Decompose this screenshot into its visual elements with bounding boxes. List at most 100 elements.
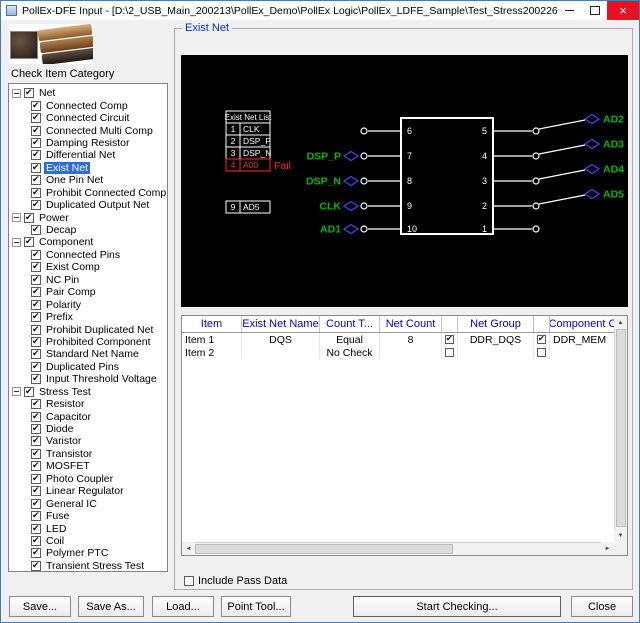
table-cell[interactable]	[242, 346, 320, 359]
tree-item-nc-pin[interactable]: NC Pin	[12, 274, 167, 286]
column-header-item[interactable]: Item	[182, 316, 242, 332]
cell-checkbox[interactable]	[442, 346, 458, 359]
table-cell[interactable]: Item 1	[182, 333, 242, 346]
column-header-net-count[interactable]: Net Count	[380, 316, 442, 332]
tree-item-led[interactable]: LED	[12, 522, 167, 534]
tree-item-one-pin-net[interactable]: One Pin Net	[12, 174, 167, 186]
save-button[interactable]: Save...	[9, 596, 71, 617]
table-cell[interactable]: 8	[380, 333, 442, 346]
checkbox[interactable]	[31, 200, 41, 210]
include-pass-data-checkbox[interactable]: Include Pass Data	[184, 575, 287, 587]
tree-item-diode[interactable]: Diode	[12, 423, 167, 435]
checkbox[interactable]	[31, 262, 41, 272]
checkbox[interactable]	[445, 335, 454, 344]
checkbox[interactable]	[24, 237, 34, 247]
tree-item-exist-comp[interactable]: Exist Comp	[12, 261, 167, 273]
table-cell[interactable]: DDR_MEM	[550, 333, 616, 346]
checkbox[interactable]	[31, 524, 41, 534]
checkbox[interactable]	[31, 362, 41, 372]
table-cell[interactable]	[458, 346, 534, 359]
collapse-icon[interactable]	[12, 89, 21, 98]
tree-item-exist-net[interactable]: Exist Net	[12, 162, 167, 174]
checkbox[interactable]	[31, 436, 41, 446]
checkbox[interactable]	[31, 424, 41, 434]
close-dialog-button[interactable]: Close	[571, 596, 633, 617]
column-header-net-group[interactable]: Net Group	[458, 316, 534, 332]
column-header-component-c[interactable]: Component C	[550, 316, 616, 332]
checkbox[interactable]	[31, 412, 41, 422]
checkbox[interactable]	[31, 561, 41, 571]
collapse-icon[interactable]	[12, 213, 21, 222]
tree-item-standard-net-name[interactable]: Standard Net Name	[12, 348, 167, 360]
tree-item-stress-test[interactable]: Stress Test	[12, 386, 167, 398]
checkbox[interactable]	[31, 101, 41, 111]
table-cell[interactable]: Item 2	[182, 346, 242, 359]
scroll-right-icon[interactable]	[601, 542, 614, 555]
tree-item-varistor[interactable]: Varistor	[12, 435, 167, 447]
checkbox[interactable]	[31, 374, 41, 384]
checkbox[interactable]	[24, 213, 34, 223]
checkbox[interactable]	[537, 348, 546, 357]
checkbox[interactable]	[31, 325, 41, 335]
column-header-count-t[interactable]: Count T...	[320, 316, 380, 332]
checkbox[interactable]	[445, 348, 454, 357]
checkbox[interactable]	[31, 250, 41, 260]
tree-item-linear-regulator[interactable]: Linear Regulator	[12, 485, 167, 497]
close-button[interactable]	[607, 1, 639, 20]
tree-item-mosfet[interactable]: MOSFET	[12, 460, 167, 472]
tree-item-net[interactable]: Net	[12, 87, 167, 99]
checkbox[interactable]	[31, 511, 41, 521]
tree-item-polymer-ptc[interactable]: Polymer PTC	[12, 547, 167, 559]
checkbox[interactable]	[31, 474, 41, 484]
checkbox[interactable]	[31, 349, 41, 359]
cell-checkbox[interactable]	[534, 346, 550, 359]
checkbox[interactable]	[31, 225, 41, 235]
checkbox[interactable]	[31, 275, 41, 285]
scroll-up-icon[interactable]	[614, 316, 627, 329]
checkbox[interactable]	[31, 461, 41, 471]
tree-item-prohibit-connected-comp[interactable]: Prohibit Connected Comp	[12, 187, 167, 199]
point-tool-button[interactable]: Point Tool...	[221, 596, 291, 617]
cell-checkbox[interactable]	[534, 333, 550, 346]
checkbox[interactable]	[31, 150, 41, 160]
checkbox[interactable]	[31, 399, 41, 409]
checkbox[interactable]	[31, 300, 41, 310]
checkbox[interactable]	[31, 499, 41, 509]
table-cell[interactable]	[550, 346, 616, 359]
checkbox[interactable]	[31, 536, 41, 546]
checkbox[interactable]	[31, 126, 41, 136]
checkbox[interactable]	[184, 576, 194, 586]
tree-item-pair-comp[interactable]: Pair Comp	[12, 286, 167, 298]
checkbox[interactable]	[31, 287, 41, 297]
tree-item-duplicated-pins[interactable]: Duplicated Pins	[12, 361, 167, 373]
checkbox[interactable]	[31, 113, 41, 123]
tree-item-photo-coupler[interactable]: Photo Coupler	[12, 473, 167, 485]
collapse-icon[interactable]	[12, 238, 21, 247]
checkbox[interactable]	[31, 138, 41, 148]
save-as-button[interactable]: Save As...	[78, 596, 144, 617]
tree-item-connected-multi-comp[interactable]: Connected Multi Comp	[12, 124, 167, 136]
table-cell[interactable]: No Check	[320, 346, 380, 359]
tree-item-connected-pins[interactable]: Connected Pins	[12, 249, 167, 261]
checkbox[interactable]	[31, 188, 41, 198]
tree-item-coil[interactable]: Coil	[12, 535, 167, 547]
tree-item-polarity[interactable]: Polarity	[12, 298, 167, 310]
tree-item-component[interactable]: Component	[12, 236, 167, 248]
tree-item-general-ic[interactable]: General IC	[12, 497, 167, 509]
scroll-left-icon[interactable]	[182, 542, 195, 555]
tree-item-connected-circuit[interactable]: Connected Circuit	[12, 112, 167, 124]
checkbox[interactable]	[24, 88, 34, 98]
table-cell[interactable]: DQS	[242, 333, 320, 346]
tree-item-power[interactable]: Power	[12, 211, 167, 223]
minimize-button[interactable]	[557, 1, 582, 20]
tree-item-input-threshold-voltage[interactable]: Input Threshold Voltage	[12, 373, 167, 385]
tree-item-resistor[interactable]: Resistor	[12, 398, 167, 410]
tree-item-decap[interactable]: Decap	[12, 224, 167, 236]
column-header-exist-net-name[interactable]: Exist Net Name	[242, 316, 320, 332]
tree-item-damping-resistor[interactable]: Damping Resistor	[12, 137, 167, 149]
column-header-checkbox[interactable]	[534, 316, 550, 332]
vertical-scrollbar-thumb[interactable]	[616, 329, 626, 527]
tree-item-transient-stress-test[interactable]: Transient Stress Test	[12, 560, 167, 572]
checkbox[interactable]	[31, 175, 41, 185]
checkbox[interactable]	[31, 312, 41, 322]
